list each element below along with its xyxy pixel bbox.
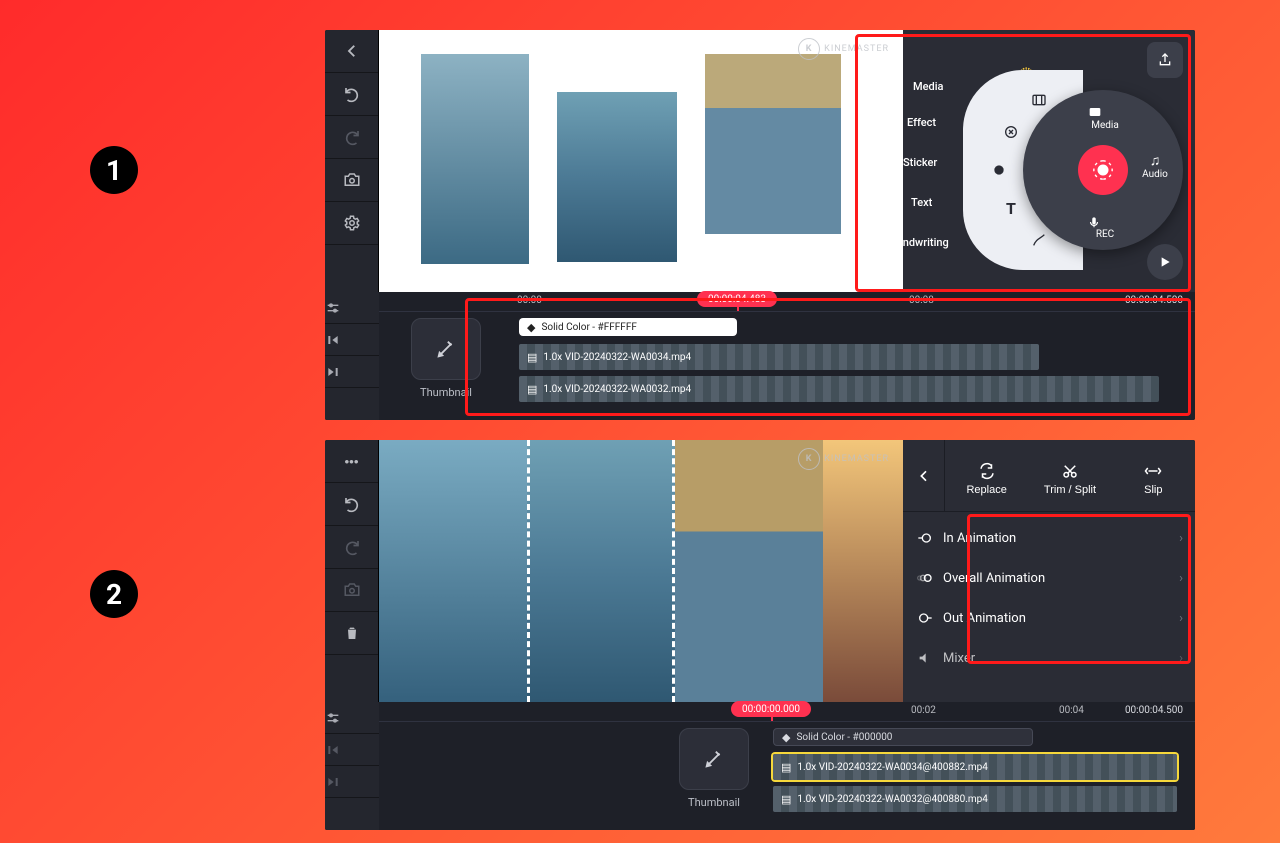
undo-button[interactable] — [325, 73, 378, 116]
editor-panel-1: KKINEMASTER ♛ Media Effect Sticker Text … — [325, 30, 1195, 420]
clip-options-panel: Replace Trim / Split Slip In Animation› — [903, 440, 1195, 702]
tl-sliders-button[interactable] — [325, 702, 379, 734]
out-animation-row[interactable]: Out Animation› — [903, 598, 1195, 638]
fan-label-media: Media — [913, 80, 943, 93]
tl-sliders-button[interactable] — [325, 292, 379, 324]
share-button[interactable] — [1147, 42, 1183, 78]
slip-button[interactable]: Slip — [1112, 440, 1195, 511]
trim-split-button[interactable]: Trim / Split — [1028, 440, 1111, 511]
wheel-media-button[interactable]: Media — [1087, 104, 1123, 131]
redo-button[interactable] — [325, 526, 378, 569]
fan-label-handwriting: Handwriting — [889, 236, 949, 249]
overall-animation-icon — [917, 570, 943, 586]
clip-video-1-selected[interactable]: ▤1.0x VID-20240322-WA0034@400882.mp4 — [773, 754, 1177, 780]
options-back-button[interactable] — [903, 440, 945, 511]
preview-image-2 — [557, 92, 677, 262]
wheel-audio-button[interactable]: ♫Audio — [1137, 152, 1173, 180]
tl-jump-end-button[interactable] — [325, 356, 379, 388]
fan-sticker-button[interactable] — [985, 156, 1013, 184]
left-rail — [325, 30, 379, 292]
action-wheel: Media ♫Audio REC — [1023, 90, 1183, 250]
in-animation-icon — [917, 530, 943, 546]
kinemaster-watermark: KKINEMASTER — [798, 448, 889, 470]
replace-button[interactable]: Replace — [945, 440, 1028, 511]
mixer-icon — [917, 650, 943, 666]
project-duration: 00:00:04.500 — [1125, 295, 1183, 306]
preview-image-3 — [675, 440, 823, 702]
settings-button[interactable] — [325, 202, 378, 245]
overall-animation-row[interactable]: Overall Animation› — [903, 558, 1195, 598]
clip-video-2[interactable]: ▤1.0x VID-20240322-WA0032.mp4 — [519, 376, 1159, 402]
clip-video-2[interactable]: ▤1.0x VID-20240322-WA0032@400880.mp4 — [773, 786, 1177, 812]
preview-area[interactable]: KKINEMASTER — [379, 440, 903, 702]
timeline-rail — [325, 292, 379, 420]
playhead-time: 00:00:04.483 — [697, 291, 777, 307]
timeline-ruler[interactable]: 00:02 00:04 00:00:04.500 00:00:00.000 — [379, 702, 1195, 722]
preview-image-2-selected[interactable] — [527, 440, 675, 702]
preview-image-1 — [379, 440, 527, 702]
chevron-right-icon: › — [1179, 611, 1183, 626]
clip-solid-color[interactable]: ◆Solid Color - #FFFFFF — [519, 318, 737, 336]
thumbnail-picker[interactable]: Thumbnail — [659, 728, 769, 809]
clip-solid-color[interactable]: ◆Solid Color - #000000 — [773, 728, 1033, 746]
fan-label-effect: Effect — [907, 116, 936, 129]
delete-button[interactable] — [325, 612, 378, 655]
preview-area[interactable]: KKINEMASTER — [379, 30, 903, 292]
preview-image-4 — [823, 440, 903, 702]
step-badge-1: 1 — [90, 146, 138, 194]
fan-effect-button[interactable] — [997, 118, 1025, 146]
project-duration: 00:00:04.500 — [1125, 705, 1183, 716]
time-marker-2s: 00:02 — [911, 705, 936, 716]
capture-button[interactable] — [325, 159, 378, 202]
capture-button[interactable] — [325, 569, 378, 612]
tl-jump-start-button[interactable] — [325, 734, 379, 766]
tl-jump-end-button[interactable] — [325, 766, 379, 798]
wheel-rec-button[interactable]: REC — [1087, 215, 1123, 240]
play-button[interactable] — [1147, 244, 1183, 280]
playhead[interactable]: 00:00:00.000 — [771, 702, 773, 721]
time-marker-4s: 00:04 — [1059, 705, 1084, 716]
timeline-rail — [325, 702, 379, 830]
out-animation-icon — [917, 610, 943, 626]
playhead-time: 00:00:00.000 — [731, 701, 811, 717]
chevron-right-icon: › — [1179, 651, 1183, 666]
in-animation-row[interactable]: In Animation› — [903, 518, 1195, 558]
tl-jump-start-button[interactable] — [325, 324, 379, 356]
mixer-row[interactable]: Mixer› — [903, 638, 1195, 678]
fan-label-sticker: Sticker — [903, 156, 937, 169]
redo-button[interactable] — [325, 116, 378, 159]
left-rail: ••• — [325, 440, 379, 702]
timeline[interactable]: 00:00 00:08 00:00:04.500 00:00:04.483 Th… — [325, 292, 1195, 420]
preview-image-1 — [421, 54, 529, 264]
chevron-right-icon: › — [1179, 531, 1183, 546]
chevron-right-icon: › — [1179, 571, 1183, 586]
thumbnail-picker[interactable]: Thumbnail — [391, 318, 501, 399]
fan-text-button[interactable]: T — [997, 194, 1025, 222]
more-button[interactable]: ••• — [325, 440, 378, 483]
timeline[interactable]: 00:02 00:04 00:00:04.500 00:00:00.000 Th… — [325, 702, 1195, 830]
back-button[interactable] — [325, 30, 378, 73]
undo-button[interactable] — [325, 483, 378, 526]
kinemaster-watermark: KKINEMASTER — [798, 38, 889, 60]
preview-image-3 — [705, 54, 841, 234]
fan-label-text: Text — [911, 196, 932, 209]
step-badge-2: 2 — [90, 570, 138, 618]
wheel-record-hub[interactable] — [1078, 145, 1128, 195]
timeline-ruler[interactable]: 00:00 00:08 00:00:04.500 00:00:04.483 — [379, 292, 1195, 312]
editor-panel-2: ••• KKINEMASTER Replace — [325, 440, 1195, 830]
time-marker-start: 00:00 — [517, 295, 542, 306]
playhead[interactable]: 00:00:04.483 — [737, 292, 739, 311]
layer-wheel-panel: ♛ Media Effect Sticker Text Handwriting … — [903, 30, 1195, 292]
time-marker-8s: 00:08 — [909, 295, 934, 306]
clip-video-1[interactable]: ▤1.0x VID-20240322-WA0034.mp4 — [519, 344, 1039, 370]
